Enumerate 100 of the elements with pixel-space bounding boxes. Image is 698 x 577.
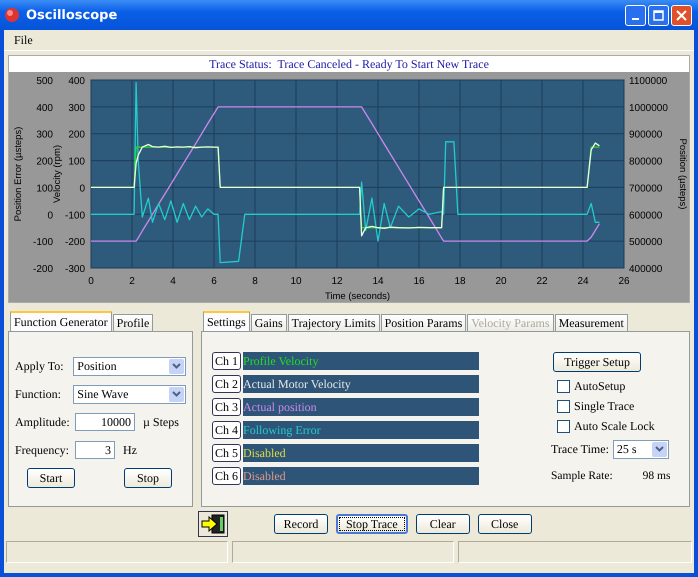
tick-label: -100 [64, 210, 85, 222]
minimize-icon [632, 18, 639, 20]
tick-label: 20 [495, 276, 507, 287]
tick-label: 500 [36, 76, 53, 87]
dropdown[interactable]: 25 s [612, 440, 669, 458]
axis-title: Velocity (rpm) [52, 144, 63, 204]
channel-button[interactable]: Ch 4 [212, 421, 242, 439]
tick-label: 6 [211, 276, 217, 287]
tick-label: 1100000 [629, 76, 668, 87]
action-button[interactable]: Clear [416, 514, 470, 534]
tab[interactable]: Settings [203, 311, 250, 331]
channel-name: Disabled [243, 446, 286, 460]
action-button[interactable]: Stop Trace [336, 514, 408, 534]
dropdown[interactable]: Position [73, 356, 186, 376]
caret-icon [172, 391, 181, 397]
minimize-button[interactable] [625, 4, 646, 26]
field-label: Trace Time: [551, 442, 609, 456]
checkbox[interactable] [557, 400, 570, 412]
tick-label: 300 [36, 130, 53, 141]
channel-name: Following Error [243, 422, 321, 438]
action-button[interactable]: Record [274, 514, 328, 534]
tick-label: 26 [618, 276, 630, 287]
checkbox[interactable] [557, 420, 570, 432]
trace-status: Trace Status: Trace Canceled - Ready To Start New Trace [9, 56, 689, 72]
maximize-icon [653, 10, 664, 20]
tick-label: -200 [32, 264, 53, 275]
tab[interactable]: Position Params [380, 314, 466, 331]
window-title: Oscilloscope [26, 8, 118, 22]
field-label: Frequency: [15, 442, 70, 458]
caret-icon [654, 446, 664, 452]
close-button[interactable] [671, 4, 692, 26]
channel-button[interactable]: Ch 3 [212, 398, 242, 416]
trigger-setup-button[interactable]: Trigger Setup [553, 352, 642, 372]
tab[interactable]: Function Generator [10, 311, 112, 331]
tab[interactable]: Gains [250, 314, 287, 331]
tick-label: 2 [129, 276, 135, 287]
tick-label: 24 [577, 276, 589, 287]
tab[interactable]: Profile [112, 314, 154, 331]
tick-label: 4 [170, 276, 176, 287]
channel-name: Actual position [243, 400, 317, 414]
field-label: Amplitude: [15, 414, 71, 430]
close-icon [676, 10, 687, 20]
sample-rate-value: 98 ms [642, 470, 670, 482]
tab[interactable]: Trajectory Limits [288, 314, 380, 331]
tick-label: 1000000 [629, 102, 668, 114]
tick-label: -300 [64, 264, 85, 275]
export-button[interactable] [198, 511, 228, 537]
tick-label: 200 [68, 130, 85, 141]
tick-label: 0 [88, 276, 94, 287]
tick-label: 100 [68, 156, 85, 168]
tick-label: 0 [79, 183, 85, 194]
caret-icon [172, 363, 181, 369]
tick-label: 900000 [629, 130, 662, 141]
checkbox-label: Auto Scale Lock [574, 418, 655, 434]
channel-name: Actual Motor Velocity [243, 376, 351, 392]
tick-label: 16 [413, 276, 425, 287]
checkbox[interactable] [557, 380, 570, 392]
channel-button[interactable]: Ch 2 [212, 375, 242, 393]
app-icon [4, 7, 20, 23]
tick-label: 22 [536, 276, 548, 287]
axis-title: Time (seconds) [324, 291, 390, 302]
tick-label: -200 [64, 237, 85, 248]
channel-button[interactable]: Ch 1 [212, 352, 242, 370]
unit-label: µ Steps [143, 414, 179, 430]
generator-button[interactable]: Stop [124, 468, 172, 488]
checkbox-label: AutoSetup [574, 378, 626, 394]
arrow-into-box-icon [200, 513, 226, 535]
tab[interactable]: Measurement [554, 314, 628, 331]
tick-label: 600000 [629, 210, 662, 222]
input-field[interactable]: 3 [75, 441, 115, 459]
unit-label: Hz [123, 442, 137, 458]
axis-title: Position (µsteps) [677, 138, 688, 210]
tick-label: 12 [331, 276, 343, 287]
maximize-button[interactable] [648, 4, 669, 26]
field-label: Sample Rate: [551, 470, 613, 482]
input-field[interactable]: 10000 [75, 413, 135, 431]
tick-label: 8 [252, 276, 258, 287]
field-label: Function: [15, 386, 62, 402]
tick-label: 18 [454, 276, 466, 287]
tick-label: 10 [290, 276, 302, 287]
generator-button[interactable]: Start [27, 468, 75, 488]
tick-label: 400 [68, 76, 85, 87]
tick-label: -100 [32, 237, 53, 248]
dropdown[interactable]: Sine Wave [73, 384, 186, 404]
tick-label: 500000 [629, 237, 662, 248]
tick-label: 200 [36, 156, 53, 168]
checkbox-label: Single Trace [574, 398, 634, 414]
tick-label: 14 [372, 276, 384, 287]
tick-label: 400000 [629, 264, 662, 275]
action-button[interactable]: Close [478, 514, 532, 534]
tick-label: 300 [68, 102, 85, 114]
tick-label: 800000 [629, 156, 662, 168]
channel-button[interactable]: Ch 5 [212, 444, 242, 462]
menu-item[interactable]: File [10, 32, 37, 48]
field-label: Apply To: [15, 358, 65, 374]
axis-title: Position Error (µsteps) [13, 126, 24, 222]
tick-label: 100 [36, 183, 53, 194]
channel-button[interactable]: Ch 6 [212, 467, 242, 485]
tick-label: 400 [36, 102, 53, 114]
tick-label: 700000 [629, 183, 662, 194]
